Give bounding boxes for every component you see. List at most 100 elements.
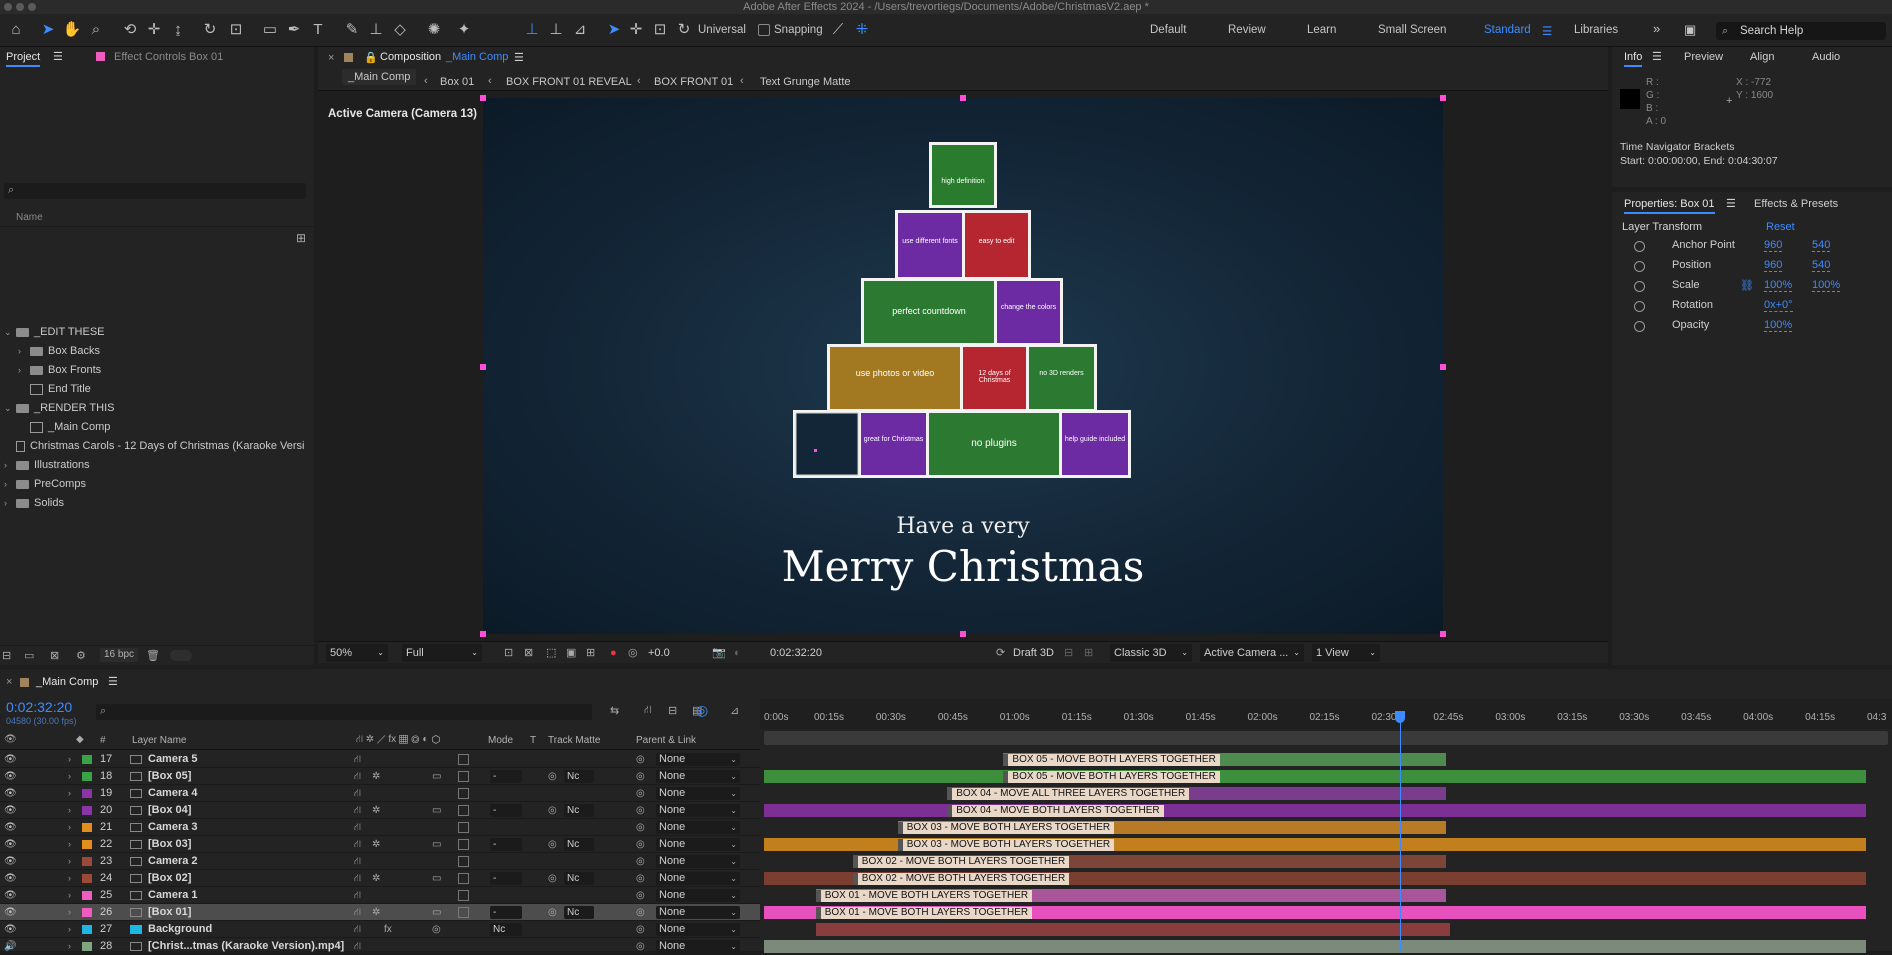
layer-row[interactable]: 🔊 › 28 [Christ...tmas (Karaoke Version).mp4… — [0, 938, 760, 955]
timeline-timecode[interactable]: 0:02:32:20 — [6, 699, 72, 715]
3d-layer-switch-icon[interactable] — [458, 873, 469, 884]
3d-layer-switch-icon[interactable] — [458, 788, 469, 799]
3d-rotate-icon[interactable]: ↻ — [674, 20, 694, 40]
chevron-right-icon[interactable]: › — [68, 802, 71, 819]
3d-move-icon[interactable]: ✛ — [626, 20, 646, 40]
motion-blur-switch-icon[interactable]: ▭ — [432, 802, 441, 819]
camera-view-dropdown[interactable]: Active Camera ... ⌄ — [1200, 644, 1304, 662]
pen-tool-icon[interactable]: ✒ — [284, 20, 304, 40]
layer-handle[interactable] — [480, 631, 486, 637]
extended-viewer-icon[interactable]: ⊟ — [1064, 644, 1073, 662]
audio-icon[interactable]: 🔊 — [4, 938, 16, 955]
3d-layer-switch-icon[interactable] — [458, 822, 469, 833]
layer-name[interactable]: [Christ...tmas (Karaoke Version).mp4] — [148, 938, 344, 955]
blend-mode-dropdown[interactable]: - — [490, 872, 522, 885]
rotation-tool-icon[interactable]: ↻ — [200, 20, 220, 40]
tab-properties[interactable]: Properties: Box 01 — [1624, 198, 1715, 214]
adjust-settings-icon[interactable]: ⚙ — [76, 649, 86, 662]
tab-align[interactable]: Align — [1750, 51, 1774, 63]
parent-link-column[interactable]: Parent & Link — [636, 735, 696, 746]
grid-guides-icon[interactable]: ⊞ — [586, 644, 595, 662]
parent-pickwhip-icon[interactable]: ◎ — [636, 785, 645, 802]
project-item[interactable]: Christmas Carols - 12 Days of Christmas … — [0, 437, 314, 456]
lock-icon[interactable]: 🔒 — [364, 51, 378, 64]
more-workspaces-icon[interactable]: » — [1653, 21, 1660, 36]
shy-switch-icon[interactable]: ⛙ — [354, 785, 361, 802]
project-menu-icon[interactable]: ☰ — [53, 50, 63, 63]
layer-label-color[interactable] — [82, 772, 92, 781]
resolution-dropdown[interactable]: Full ⌄ — [402, 644, 482, 662]
project-item[interactable]: _Main Comp — [0, 418, 314, 437]
chevron-right-icon[interactable]: › — [18, 361, 30, 380]
3d-layer-switch-icon[interactable] — [458, 890, 469, 901]
layer-label-color[interactable] — [82, 857, 92, 866]
blend-mode-dropdown[interactable]: - — [490, 906, 522, 919]
parent-pickwhip-icon[interactable]: ◎ — [636, 802, 645, 819]
layer-handle[interactable] — [960, 95, 966, 101]
tab-project[interactable]: Project — [6, 51, 41, 67]
shy-switch-icon[interactable]: ⛙ — [354, 887, 361, 904]
track-matte-pickwhip-icon[interactable]: ◎ — [548, 768, 557, 785]
parent-dropdown[interactable]: None ⌄ — [656, 770, 740, 783]
layer-name[interactable]: [Box 01] — [148, 904, 191, 921]
shy-switch-icon[interactable]: ⛙ — [354, 751, 361, 768]
brush-tool-icon[interactable]: ✎ — [342, 20, 362, 40]
3d-layer-switch-icon[interactable] — [458, 754, 469, 765]
layer-duration-bar[interactable] — [764, 940, 1866, 953]
dolly-camera-tool-icon[interactable]: ↨ — [168, 20, 188, 40]
region-of-interest-icon[interactable]: ▣ — [566, 644, 576, 662]
parent-dropdown[interactable]: None ⌄ — [656, 804, 740, 817]
3d-select-icon[interactable]: ➤ — [604, 20, 624, 40]
stopwatch-icon[interactable] — [1634, 241, 1645, 252]
reset-button[interactable]: Reset — [1766, 221, 1795, 233]
eye-icon[interactable]: 👁 — [4, 819, 17, 836]
layer-row[interactable]: 👁 › 17 Camera 5 ⛙ ◎ None ⌄ — [0, 751, 760, 768]
pan-camera-tool-icon[interactable]: ✛ — [144, 20, 164, 40]
type-tool-icon[interactable]: T — [308, 20, 328, 40]
screen-layout-icon[interactable]: ▣ — [1684, 22, 1696, 38]
track-matte-pickwhip-icon[interactable]: ◎ — [548, 836, 557, 853]
interpret-footage-icon[interactable]: ⊟ — [2, 649, 11, 662]
project-item[interactable]: › Illustrations — [0, 456, 314, 475]
chevron-right-icon[interactable]: › — [68, 904, 71, 921]
new-folder-icon[interactable]: ▭ — [24, 649, 34, 662]
parent-pickwhip-icon[interactable]: ◎ — [636, 751, 645, 768]
roto-brush-tool-icon[interactable]: ✺ — [424, 20, 444, 40]
track-matte-dropdown[interactable]: Nc — [564, 804, 594, 817]
shy-switch-icon[interactable]: ⛙ — [354, 853, 361, 870]
layer-name-column[interactable]: Layer Name — [132, 735, 186, 746]
track-matte-column[interactable]: Track Matte — [548, 735, 600, 746]
project-item[interactable]: › PreComps — [0, 475, 314, 494]
parent-pickwhip-icon[interactable]: ◎ — [636, 887, 645, 904]
layer-handle[interactable] — [960, 631, 966, 637]
project-item[interactable]: ⌄ _EDIT THESE — [0, 323, 314, 342]
view-axis-mode-icon[interactable]: ⊿ — [570, 20, 590, 40]
new-comp-icon[interactable]: ⊠ — [50, 649, 59, 662]
layer-name[interactable]: Background — [148, 921, 212, 938]
layer-name[interactable]: [Box 03] — [148, 836, 191, 853]
project-item[interactable]: › Box Backs — [0, 342, 314, 361]
effect-switch-icon[interactable]: fx — [384, 921, 392, 938]
breadcrumb-main-comp[interactable]: _Main Comp — [342, 69, 417, 85]
layer-marker[interactable]: BOX 04 - MOVE BOTH LAYERS TOGETHER — [947, 805, 1164, 817]
3d-scale-icon[interactable]: ⊡ — [650, 20, 670, 40]
layer-label-color[interactable] — [82, 823, 92, 832]
layer-name[interactable]: Camera 2 — [148, 853, 198, 870]
shy-switch-icon[interactable]: ⛙ — [354, 836, 361, 853]
parent-dropdown[interactable]: None ⌄ — [656, 940, 740, 953]
eye-icon[interactable]: 👁 — [4, 904, 17, 921]
workspace-learn[interactable]: Learn — [1307, 24, 1336, 36]
work-area-bar[interactable] — [764, 731, 1888, 745]
eye-icon[interactable]: 👁 — [4, 870, 17, 887]
layer-marker[interactable]: BOX 01 - MOVE BOTH LAYERS TOGETHER — [815, 907, 1033, 919]
stopwatch-icon[interactable] — [1634, 301, 1645, 312]
parent-pickwhip-icon[interactable]: ◎ — [636, 870, 645, 887]
parent-dropdown[interactable]: None ⌄ — [656, 923, 740, 936]
layer-name[interactable]: Camera 1 — [148, 887, 198, 904]
track-matte-dropdown[interactable]: Nc — [564, 770, 594, 783]
layer-handle[interactable] — [480, 95, 486, 101]
properties-menu-icon[interactable]: ☰ — [1726, 197, 1736, 210]
eye-icon[interactable]: 👁 — [4, 887, 17, 904]
layer-marker[interactable]: BOX 03 - MOVE BOTH LAYERS TOGETHER — [897, 839, 1115, 851]
playhead-handle[interactable] — [1394, 711, 1405, 723]
